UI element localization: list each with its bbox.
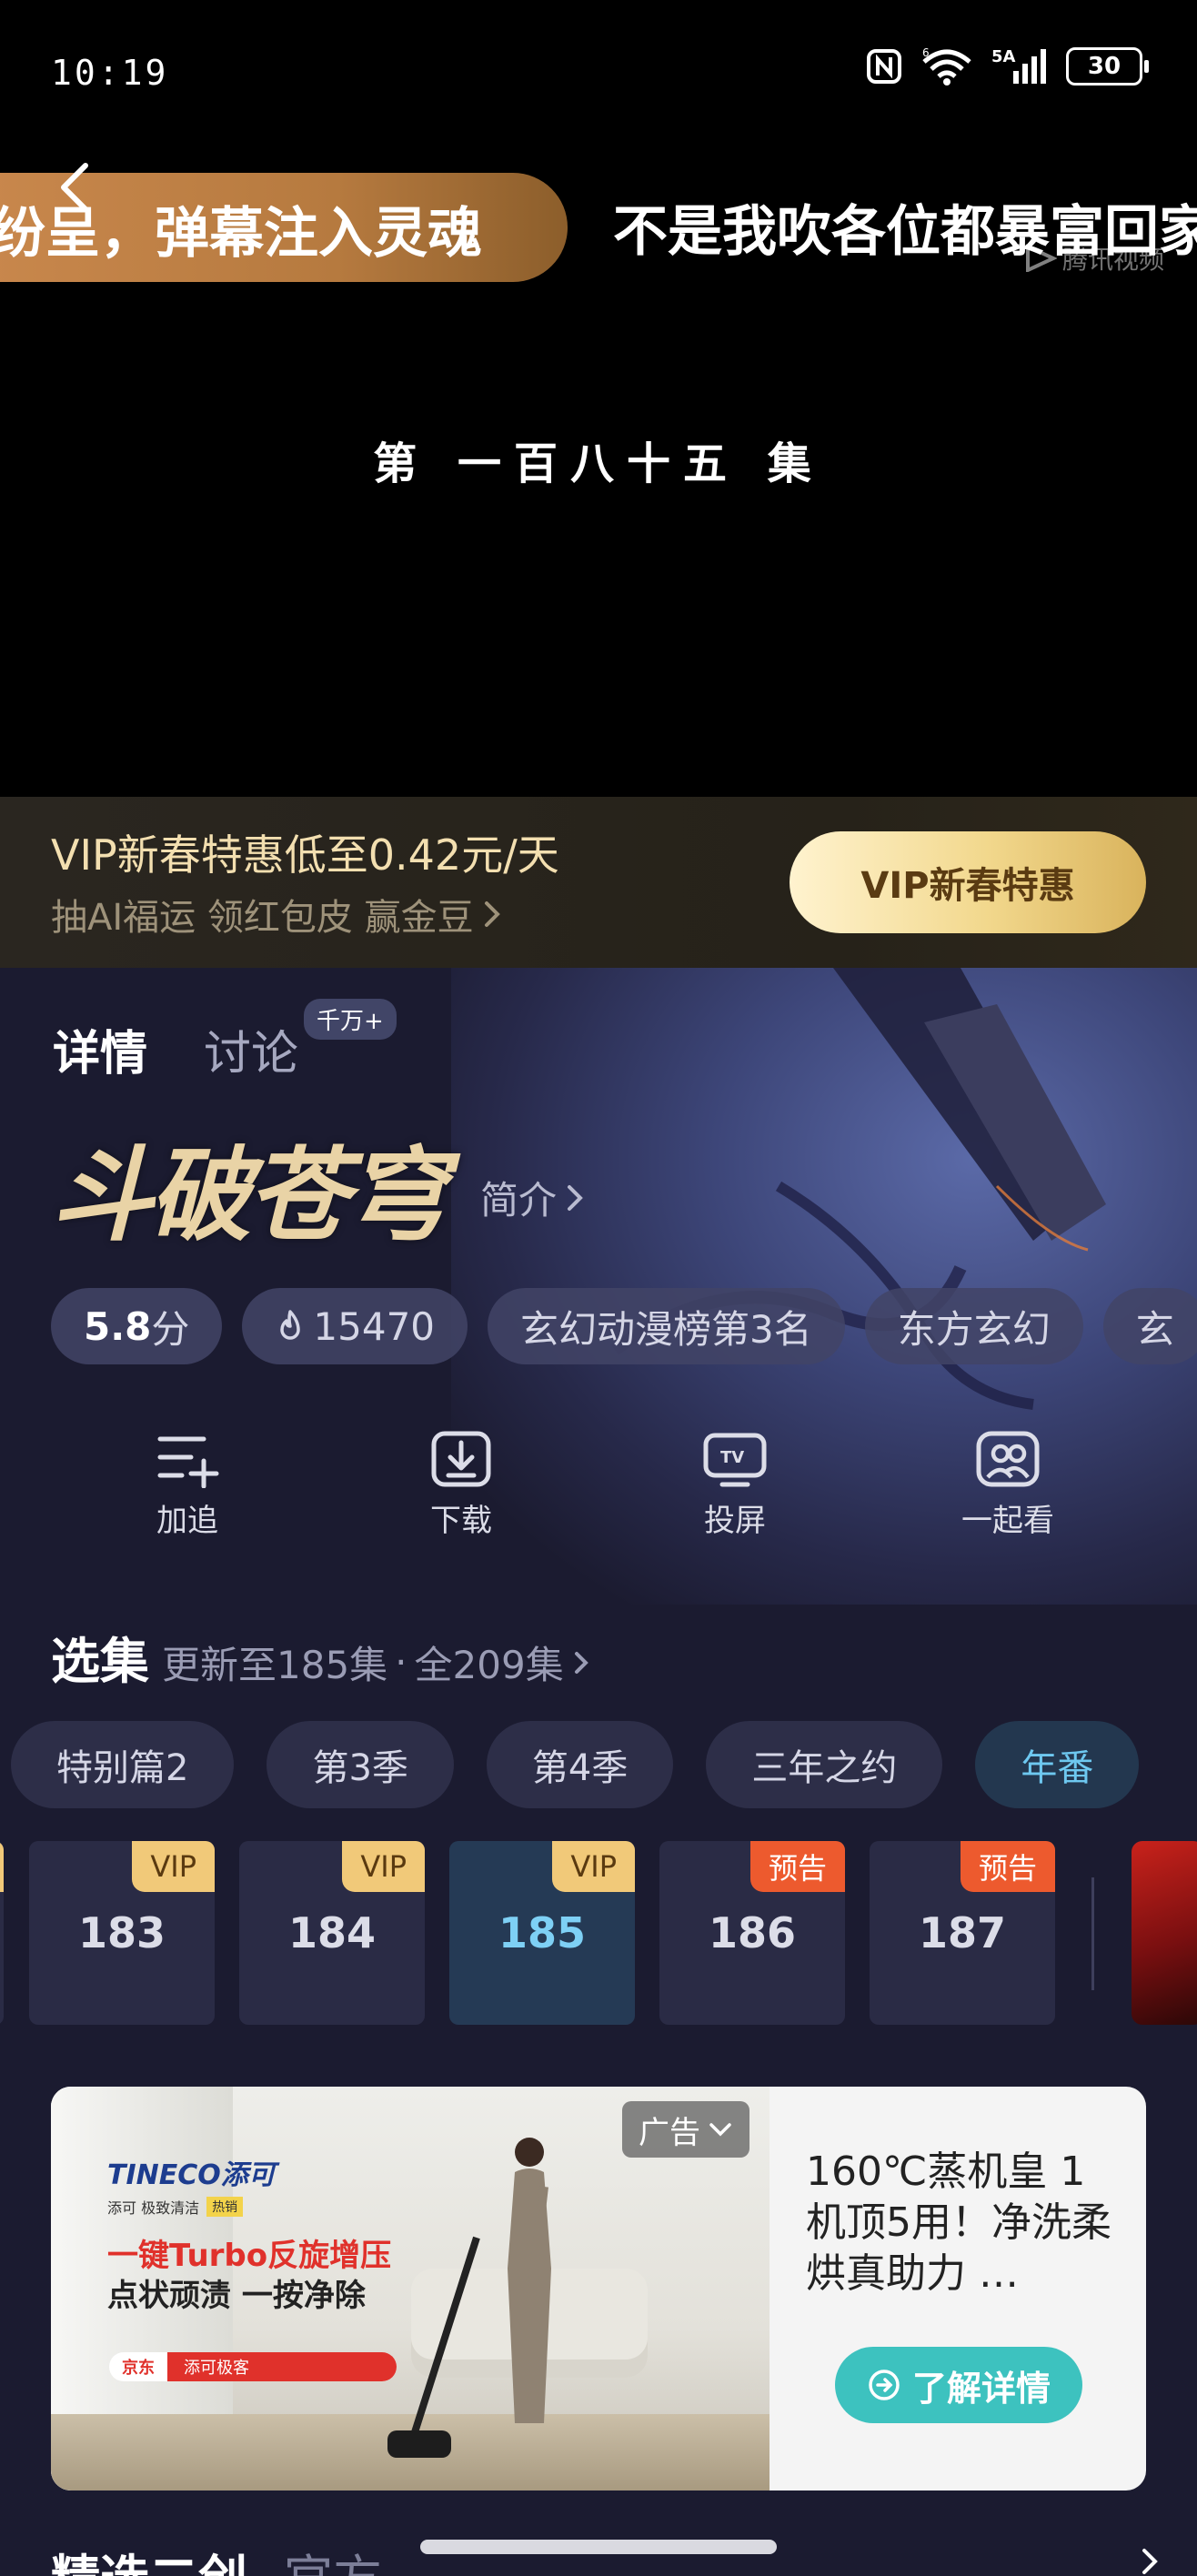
back-arrow-icon[interactable] [53, 160, 98, 215]
tencent-video-logo-icon [1026, 245, 1057, 272]
episode-section-title: 选集 [51, 1633, 149, 1690]
ad-headline: 一键Turbo反旋增压 [107, 2238, 392, 2274]
vip-badge: VIP [342, 1841, 425, 1892]
ad-small-text: 添可 极致清洁 热销 [107, 2196, 244, 2218]
add-to-list-icon [157, 1436, 219, 1488]
ad-subheadline: 点状顽渍 一按净除 [107, 2278, 366, 2314]
preview-badge: 预告 [960, 1841, 1055, 1892]
preview-badge: 预告 [749, 1841, 845, 1892]
status-bar: 10:19 6 5A 30 [0, 0, 1197, 146]
chevron-down-icon [709, 2123, 731, 2137]
episode-section-header[interactable]: 选集 更新至185集 · 全209集 [51, 1621, 593, 1693]
intro-link[interactable]: 简介 [480, 1170, 586, 1225]
episode-tile[interactable]: 186 预告 [659, 1841, 845, 2025]
season-tab-annual[interactable]: 年番 [975, 1721, 1140, 1808]
ad-label-dropdown[interactable]: 广告 [622, 2101, 749, 2158]
svg-text:6: 6 [922, 47, 930, 59]
episode-tile[interactable]: 187 预告 [870, 1841, 1055, 2025]
ranking-tag-chip[interactable]: 玄幻动漫榜第3名 [488, 1288, 845, 1364]
chevron-right-icon [574, 1651, 588, 1674]
more-section-header: 精选二创 官方 [51, 2538, 382, 2576]
episode-tile[interactable]: 183 VIP [29, 1841, 215, 2025]
battery-icon: 30 [1066, 47, 1149, 86]
episode-title-card: 第 一百八十五 集 [373, 438, 824, 489]
ad-card[interactable]: TINECO添可 添可 极致清洁 热销 一键Turbo反旋增压 点状顽渍 一按净… [51, 2087, 1146, 2490]
episode-update-info: 更新至185集 · 全209集 [162, 1635, 593, 1690]
ad-learn-more-button[interactable]: 了解详情 [835, 2347, 1082, 2423]
discussion-count-badge: 千万+ [304, 999, 397, 1040]
heat-value: 15470 [313, 1303, 436, 1349]
episode-tile-current[interactable]: 185 VIP [449, 1841, 635, 2025]
vip-promo-subtitle[interactable]: 抽AI福运 领红包皮 赢金豆 [51, 888, 503, 941]
follow-button[interactable]: 加追 [96, 1430, 278, 1540]
genre-tag-chip[interactable]: 东方玄幻 [864, 1288, 1083, 1364]
vip-promo-button[interactable]: VIP新春特惠 [790, 831, 1146, 933]
arrow-circle-icon [869, 2370, 900, 2400]
season-tab-three-year-pact[interactable]: 三年之约 [706, 1721, 943, 1808]
watch-together-icon [976, 1431, 1040, 1487]
home-indicator[interactable] [420, 2540, 777, 2554]
related-video-thumbnail[interactable] [1132, 1841, 1197, 2025]
genre-tag-chip[interactable]: 玄 [1102, 1288, 1197, 1364]
chevron-right-icon[interactable] [1139, 2547, 1161, 2576]
watch-together-button[interactable]: 一起看 [917, 1430, 1099, 1540]
wifi-icon: 6 [922, 47, 971, 86]
signal-icon: 5A [991, 47, 1046, 84]
score-unit: 分 [151, 1306, 190, 1352]
cast-button[interactable]: TV 投屏 [644, 1430, 826, 1540]
season-tab-4[interactable]: 第4季 [486, 1721, 674, 1808]
episode-tile[interactable]: 184 VIP [239, 1841, 425, 2025]
episode-list: 183 VIP 184 VIP 185 VIP 186 预告 187 预告 [0, 1841, 1197, 2027]
ad-store-badge: 京东 添可极客 [109, 2352, 397, 2381]
episode-tile-partial[interactable] [0, 1841, 4, 2025]
heat-chip[interactable]: 15470 [242, 1288, 468, 1364]
tv-cast-icon: TV [703, 1433, 767, 1487]
tencent-watermark: 腾讯视频 [1024, 240, 1164, 277]
ad-model-figure [508, 2138, 551, 2423]
show-info-chips: 5.8 分 15470 玄幻动漫榜第3名 东方玄幻 玄 [51, 1288, 1197, 1364]
season-tab-3[interactable]: 第3季 [267, 1721, 454, 1808]
tab-featured-remix[interactable]: 精选二创 [51, 2538, 247, 2576]
chevron-right-icon [484, 901, 500, 927]
score-chip[interactable]: 5.8 分 [51, 1288, 223, 1364]
flame-icon [280, 1310, 301, 1340]
tab-details[interactable]: 详情 [53, 1015, 147, 1083]
video-player[interactable]: 10:19 6 5A 30 纷呈，弹幕注入灵魂 不是我吹各位都暴富回家 腾讯视频… [0, 0, 1197, 797]
vip-badge: VIP [132, 1841, 215, 1892]
svg-text:5A: 5A [991, 47, 1016, 66]
ad-description: 160℃蒸机皇 1机顶5用！净洗柔烘真助力 … [806, 2148, 1112, 2297]
vacuum-cleaner-icon [387, 2236, 480, 2458]
download-button[interactable]: 下载 [370, 1430, 552, 1540]
tab-discussion[interactable]: 讨论 千万+ [204, 999, 397, 1083]
tab-official[interactable]: 官方 [284, 2538, 382, 2576]
divider [1091, 1877, 1094, 1990]
score-value: 5.8 [84, 1303, 152, 1349]
ad-brand-logo: TINECO添可 [107, 2159, 276, 2191]
vip-promo-banner[interactable]: VIP新春特惠低至0.42元/天 抽AI福运 领红包皮 赢金豆 VIP新春特惠 [0, 797, 1197, 968]
download-icon [431, 1431, 491, 1487]
detail-tabs: 详情 讨论 千万+ [53, 999, 397, 1083]
vip-badge: VIP [552, 1841, 635, 1892]
chevron-right-icon [568, 1184, 583, 1211]
season-tab-special-2[interactable]: 特别篇2 [11, 1721, 235, 1808]
svg-text:TV: TV [720, 1448, 744, 1467]
nfc-icon [867, 49, 901, 84]
season-selector: 特别篇2 第3季 第4季 三年之约 年番 [11, 1721, 1140, 1808]
details-section: 详情 讨论 千万+ 斗破苍穹 简介 5.8 分 15470 玄幻动漫榜第3名 东… [0, 968, 1197, 1605]
status-time: 10:19 [51, 53, 169, 93]
show-title-logo: 斗破苍穹 [51, 1136, 448, 1255]
vip-promo-title: VIP新春特惠低至0.42元/天 [51, 830, 559, 880]
status-icons: 6 5A 30 [866, 47, 1149, 86]
